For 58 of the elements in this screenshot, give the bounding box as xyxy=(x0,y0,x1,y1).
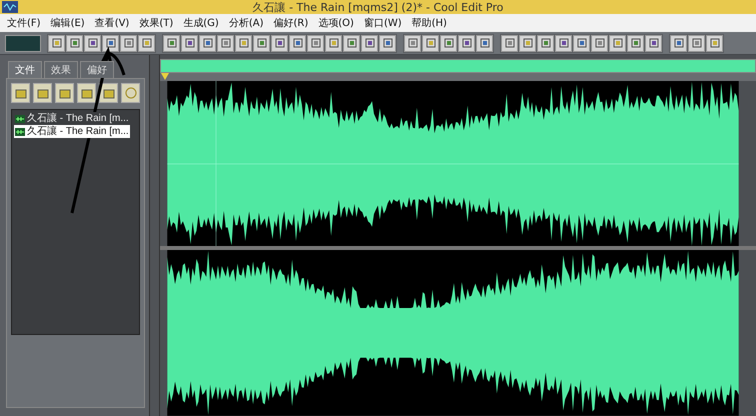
toolbar-glyph-icon xyxy=(238,37,250,49)
app-icon xyxy=(2,1,18,13)
toolbar-glyph-icon xyxy=(202,37,214,49)
toolbar-glyph-icon xyxy=(478,37,490,49)
toolbar-glyph-icon xyxy=(184,37,196,49)
menu-item[interactable]: 编辑(E) xyxy=(46,16,90,30)
toolbar-glyph-icon xyxy=(220,37,232,49)
toolbar-glyph-icon xyxy=(594,37,606,49)
toolbar-glyph-icon xyxy=(382,37,394,49)
toolbar-glyph-icon xyxy=(274,37,286,49)
toolbar-glyph-icon xyxy=(540,37,552,49)
toolbar-glyph-icon xyxy=(406,37,418,49)
menu-item[interactable]: 选项(O) xyxy=(313,16,359,30)
toolbar-glyph-icon xyxy=(648,37,660,49)
toolbar-glyph-icon xyxy=(690,37,702,49)
menu-item[interactable]: 查看(V) xyxy=(90,16,134,30)
toolbar-glyph-icon xyxy=(346,37,358,49)
toolbar-glyph-icon xyxy=(166,37,178,49)
menu-item[interactable]: 偏好(R) xyxy=(268,16,314,30)
waveform-file-icon xyxy=(15,128,25,136)
toolbar-glyph-icon xyxy=(86,37,98,49)
waveform-file-icon xyxy=(15,114,25,122)
level-meter-button[interactable] xyxy=(5,34,41,52)
toolbar-glyph-icon xyxy=(122,37,134,49)
toolbar-glyph-icon xyxy=(504,37,516,49)
panel-button[interactable] xyxy=(99,83,118,103)
menu-item[interactable]: 效果(T) xyxy=(134,16,178,30)
window-title: 久石讓 - The Rain [mqms2] (2)* - Cool Edit Pro xyxy=(252,0,504,14)
toolbar-glyph-icon xyxy=(104,37,116,49)
toolbar-glyph-icon xyxy=(576,37,588,49)
toolbar-glyph-icon xyxy=(50,37,62,49)
toolbar-glyph-icon xyxy=(424,37,436,49)
file-item[interactable]: 久石讓 - The Rain [m... xyxy=(14,125,130,138)
toolbar-glyph-icon xyxy=(522,37,534,49)
toolbar-glyph-icon xyxy=(442,37,454,49)
toolbar-button[interactable] xyxy=(102,34,119,52)
menu-item[interactable]: 帮助(H) xyxy=(406,16,452,30)
menu-item[interactable]: 分析(A) xyxy=(224,16,268,30)
toolbar-glyph-icon xyxy=(708,37,720,49)
toolbar-glyph-icon xyxy=(460,37,472,49)
toolbar-glyph-icon xyxy=(328,37,340,49)
toolbar-glyph-icon xyxy=(558,37,570,49)
menu-item[interactable]: 生成(G) xyxy=(178,16,224,30)
toolbar-glyph-icon xyxy=(310,37,322,49)
sidebar-tab[interactable]: 文件 xyxy=(8,61,42,78)
toolbar-glyph-icon xyxy=(68,37,80,49)
toolbar-glyph-icon xyxy=(256,37,268,49)
toolbar-glyph-icon xyxy=(140,37,152,49)
toolbar-glyph-icon xyxy=(612,37,624,49)
menu-item[interactable]: 窗口(W) xyxy=(358,16,407,30)
sidebar-tab[interactable]: 效果 xyxy=(44,61,78,78)
sidebar-tab[interactable]: 偏好 xyxy=(80,61,114,78)
toolbar-glyph-icon xyxy=(364,37,376,49)
toolbar-glyph-icon xyxy=(672,37,684,49)
file-item[interactable]: 久石讓 - The Rain [m... xyxy=(14,112,130,125)
toolbar-glyph-icon xyxy=(630,37,642,49)
toolbar-glyph-icon xyxy=(292,37,304,49)
menu-item[interactable]: 文件(F) xyxy=(2,16,46,30)
